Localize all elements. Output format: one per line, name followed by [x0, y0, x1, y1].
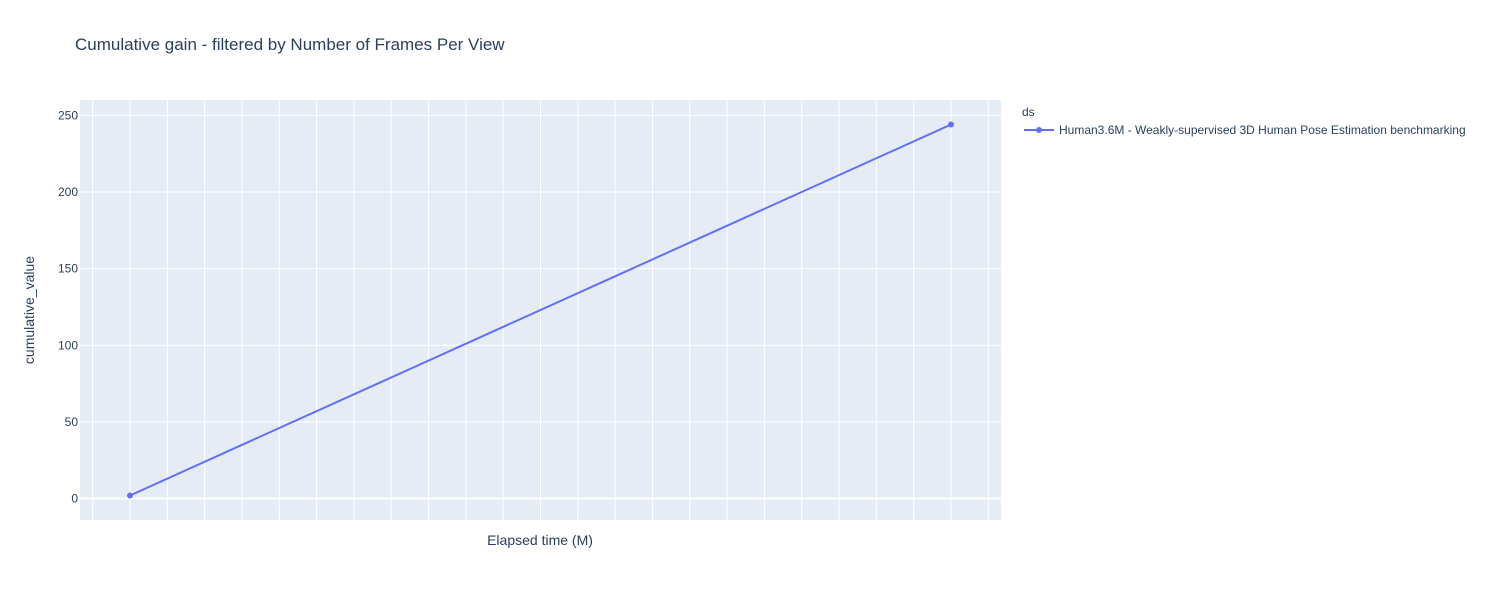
legend-item-label[interactable]: Human3.6M - Weakly-supervised 3D Human P…: [1059, 123, 1466, 137]
legend-title: ds: [1022, 105, 1035, 119]
y-axis-ticks: 0 50 100 150 200 250: [58, 108, 78, 505]
chart-title: Cumulative gain - filtered by Number of …: [75, 35, 505, 54]
y-tick-label: 250: [58, 108, 78, 122]
y-axis-label: cumulative_value: [21, 256, 37, 364]
legend-swatch-marker[interactable]: [1036, 127, 1042, 133]
y-tick-label: 50: [65, 415, 79, 429]
y-tick-label: 100: [58, 338, 78, 352]
legend-items[interactable]: Human3.6M - Weakly-supervised 3D Human P…: [1024, 123, 1466, 137]
chart: Cumulative gain - filtered by Number of …: [21, 35, 1466, 548]
y-tick-label: 150: [58, 262, 78, 276]
data-point[interactable]: [127, 492, 133, 499]
legend[interactable]: ds Human3.6M - Weakly-supervised 3D Huma…: [1022, 105, 1466, 137]
x-axis-label: Elapsed time (M): [487, 532, 593, 548]
y-tick-label: 200: [58, 185, 78, 199]
data-point[interactable]: [948, 121, 954, 128]
y-tick-label: 0: [71, 492, 78, 506]
